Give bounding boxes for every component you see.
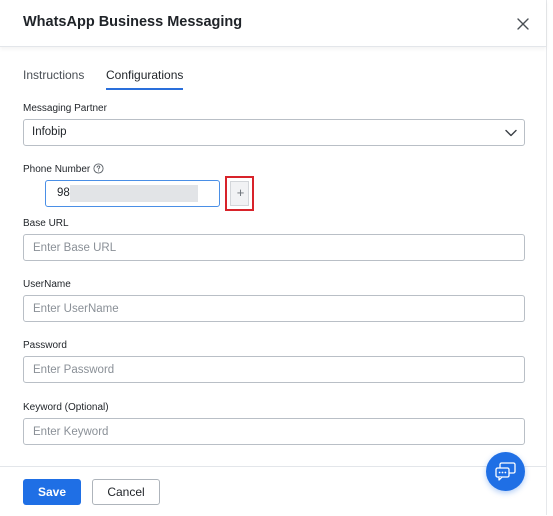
close-button[interactable] bbox=[514, 15, 532, 33]
dialog-header: WhatsApp Business Messaging bbox=[0, 0, 546, 47]
cancel-button[interactable]: Cancel bbox=[92, 479, 160, 505]
messaging-partner-label: Messaging Partner bbox=[23, 103, 107, 114]
password-input[interactable] bbox=[33, 357, 513, 382]
username-field[interactable] bbox=[23, 295, 525, 322]
chevron-down-icon bbox=[505, 129, 517, 137]
dialog-footer: Save Cancel bbox=[0, 466, 546, 516]
chat-support-icon bbox=[495, 462, 516, 481]
username-label: UserName bbox=[23, 279, 71, 290]
redacted-phone-digits bbox=[70, 185, 198, 202]
phone-number-input[interactable]: 98 bbox=[45, 180, 220, 207]
keyword-field[interactable] bbox=[23, 418, 525, 445]
dialog-title: WhatsApp Business Messaging bbox=[23, 14, 243, 30]
messaging-partner-select[interactable]: Infobip bbox=[23, 119, 525, 146]
plus-icon: + bbox=[236, 185, 245, 200]
password-field[interactable] bbox=[23, 356, 525, 383]
username-input[interactable] bbox=[33, 296, 513, 321]
base-url-field[interactable] bbox=[23, 234, 525, 261]
chat-support-button[interactable] bbox=[486, 452, 525, 491]
tab-instructions[interactable]: Instructions bbox=[23, 68, 84, 88]
add-phone-button[interactable]: + bbox=[230, 181, 249, 206]
phone-number-label: Phone Number bbox=[23, 164, 91, 175]
save-button[interactable]: Save bbox=[23, 479, 81, 505]
base-url-input[interactable] bbox=[33, 235, 513, 260]
messaging-partner-value: Infobip bbox=[32, 126, 67, 138]
password-label: Password bbox=[23, 340, 67, 351]
keyword-input[interactable] bbox=[33, 419, 513, 444]
close-icon bbox=[517, 18, 529, 30]
question-circle-icon[interactable] bbox=[93, 163, 104, 174]
phone-number-value: 98 bbox=[57, 187, 70, 199]
tab-configurations[interactable]: Configurations bbox=[106, 68, 184, 90]
add-phone-highlight: + bbox=[225, 176, 254, 211]
whatsapp-config-dialog: WhatsApp Business Messaging Instructions… bbox=[0, 0, 547, 516]
base-url-label: Base URL bbox=[23, 218, 69, 229]
keyword-label: Keyword (Optional) bbox=[23, 402, 109, 413]
